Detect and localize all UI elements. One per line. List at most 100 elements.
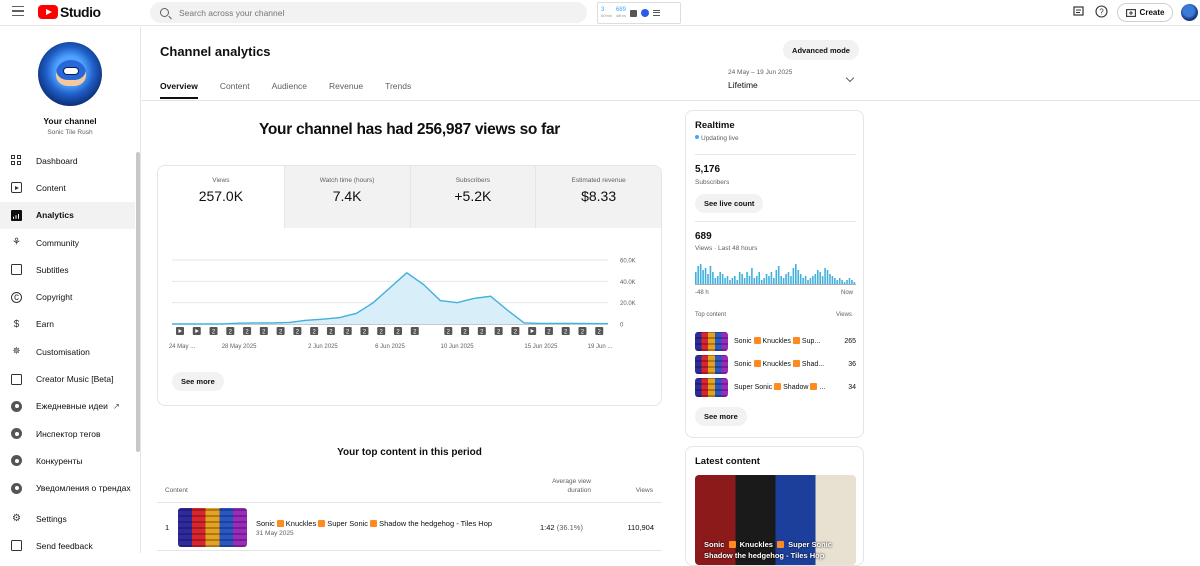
metric-tab-1[interactable]: Watch time (hours) 7.4K xyxy=(283,166,410,228)
tab-content[interactable]: Content xyxy=(220,81,250,99)
realtime-bar xyxy=(731,278,734,284)
sidebar-item-analytics[interactable]: Analytics xyxy=(0,201,135,229)
help-icon[interactable]: ? xyxy=(1095,5,1108,18)
extension-icon xyxy=(11,482,22,494)
realtime-card: Realtime Updating live 5,176 Subscribers… xyxy=(685,110,864,438)
account-avatar[interactable] xyxy=(1181,4,1198,21)
sidebar-item-extension[interactable]: Конкуренты xyxy=(0,447,135,474)
sidebar-item-gear[interactable]: ⚙ Settings xyxy=(0,505,135,532)
see-more-button[interactable]: See more xyxy=(695,407,747,426)
sidebar-item-label: Subtitles xyxy=(36,264,69,275)
y-tick-label: 20.0K xyxy=(620,301,636,307)
channel-title: Your channel xyxy=(43,116,97,126)
realtime-bar xyxy=(848,278,851,284)
ext-menu-icon[interactable] xyxy=(652,10,660,16)
sidebar-item-label: Earn xyxy=(36,319,54,330)
sidebar-item-extension[interactable]: Уведомления о трендах xyxy=(0,475,135,502)
rt-axis-left: -48 h xyxy=(695,290,709,296)
realtime-bar xyxy=(802,278,804,284)
captions-icon[interactable] xyxy=(1073,6,1085,18)
video-thumbnail[interactable] xyxy=(695,354,728,374)
metric-value: 7.4K xyxy=(332,188,362,204)
metric-tabs: Views 257.0K Watch time (hours) 7.4K Subscri… xyxy=(158,166,661,228)
external-link-icon[interactable]: ↗ xyxy=(113,401,120,412)
realtime-bar xyxy=(807,280,809,284)
realtime-bar xyxy=(775,270,778,284)
wand-icon: ✵ xyxy=(12,346,21,358)
create-button[interactable]: Create xyxy=(1117,3,1173,22)
analytics-icon xyxy=(11,209,22,221)
latest-thumbnail[interactable]: Sonic Knuckles Super Sonic Shadow the hed… xyxy=(695,475,856,565)
realtime-bar xyxy=(724,278,726,284)
sidebar-scrollbar[interactable] xyxy=(136,152,140,452)
views-chart: 60.0K40.0K20.0K02 2 2 2 2 2 2 2 2 2 2 2 2 2 2 2 2 2 2 2 2 224… xyxy=(169,259,636,351)
realtime-bar xyxy=(836,280,839,284)
sidebar-item-wand[interactable]: ✵ Customisation xyxy=(0,338,135,365)
realtime-bar xyxy=(812,276,814,284)
realtime-bar xyxy=(821,276,824,284)
rt-top-content-label: Top content xyxy=(695,312,727,318)
studio-logo[interactable]: Studio xyxy=(38,4,101,20)
tab-revenue[interactable]: Revenue xyxy=(329,81,363,99)
overview-chart-card: Views 257.0K Watch time (hours) 7.4K Subscri… xyxy=(157,165,662,406)
see-live-count-button[interactable]: See live count xyxy=(695,194,764,213)
video-views: 34 xyxy=(848,383,856,391)
list-item[interactable]: Sonic Knuckles Sup... 265 xyxy=(695,331,856,351)
sidebar-item-extension[interactable]: Ежедневные идеи ↗ xyxy=(0,393,135,420)
ext-chart-icon[interactable] xyxy=(629,9,637,17)
tab-audience[interactable]: Audience xyxy=(272,81,307,99)
metric-tab-0[interactable]: Views 257.0K xyxy=(158,166,284,228)
page-title: Channel analytics xyxy=(160,44,271,59)
metric-tab-2[interactable]: Subscribers +5.2K xyxy=(409,166,536,228)
extension-icon xyxy=(11,428,22,440)
sidebar-item-label: Customisation xyxy=(36,346,90,357)
sidebar-item-subtitles[interactable]: Subtitles xyxy=(0,256,135,283)
row-views: 110,904 xyxy=(627,523,654,532)
chevron-down-icon[interactable] xyxy=(845,73,855,83)
sidebar-item-feedback[interactable]: Send feedback xyxy=(0,532,135,559)
menu-icon[interactable] xyxy=(12,6,24,17)
video-thumbnail[interactable] xyxy=(178,508,247,547)
metric-tab-3[interactable]: Estimated revenue $8.33 xyxy=(535,166,661,228)
realtime-bar xyxy=(755,276,758,284)
realtime-bar xyxy=(763,278,765,284)
row-rank: 1 xyxy=(165,523,170,532)
video-thumbnail[interactable] xyxy=(695,331,728,351)
list-item[interactable]: Sonic Knuckles Shad... 36 xyxy=(695,354,856,374)
search-bar[interactable] xyxy=(150,2,587,23)
sidebar-item-label: Settings xyxy=(36,513,67,524)
sidebar-item-community[interactable]: ⚘ Community xyxy=(0,229,135,256)
sidebar-item-dashboard[interactable]: Dashboard xyxy=(0,147,135,174)
sidebar-item-dollar[interactable]: $ Earn xyxy=(0,311,135,338)
realtime-bar xyxy=(736,280,739,284)
sidebar-item-music[interactable]: Creator Music [Beta] xyxy=(0,365,135,392)
ext-logo-icon[interactable] xyxy=(640,9,649,17)
tab-overview[interactable]: Overview xyxy=(160,81,198,99)
realtime-bar xyxy=(760,280,763,284)
table-row[interactable]: 1 Sonic Knuckles Super Sonic Shadow the hed… xyxy=(157,503,662,551)
sidebar-item-copyright[interactable]: c Copyright xyxy=(0,283,135,310)
list-item[interactable]: Super Sonic Shadow... 34 xyxy=(695,377,856,397)
metric-label: Estimated revenue xyxy=(571,177,626,184)
channel-avatar[interactable] xyxy=(38,42,102,106)
realtime-views-bars[interactable] xyxy=(695,263,856,285)
search-icon[interactable] xyxy=(160,8,169,17)
rt-axis-right: Now xyxy=(841,290,854,296)
sidebar-item-label: Copyright xyxy=(36,292,73,303)
date-range-selector[interactable]: 24 May – 19 Jun 2025 Lifetime xyxy=(728,69,792,90)
realtime-bar xyxy=(787,272,790,284)
advanced-mode-button[interactable]: Advanced mode xyxy=(783,40,859,60)
sidebar-item-content[interactable]: Content xyxy=(0,174,135,201)
sidebar-item-extension[interactable]: Инспектор тегов xyxy=(0,420,135,447)
realtime-bar xyxy=(814,274,817,284)
extension-widget[interactable]: 3 60min 689 48hrs xyxy=(597,2,681,24)
search-input[interactable] xyxy=(179,7,559,18)
views-area xyxy=(172,272,608,324)
realtime-bar xyxy=(748,276,751,284)
see-more-button[interactable]: See more xyxy=(172,372,224,391)
realtime-bar xyxy=(758,272,761,284)
video-title: Super Sonic Shadow... xyxy=(734,383,826,391)
video-title[interactable]: Sonic Knuckles Super Sonic Shadow the hedge… xyxy=(256,519,492,528)
tab-trends[interactable]: Trends xyxy=(385,81,411,99)
video-thumbnail[interactable] xyxy=(695,377,728,397)
